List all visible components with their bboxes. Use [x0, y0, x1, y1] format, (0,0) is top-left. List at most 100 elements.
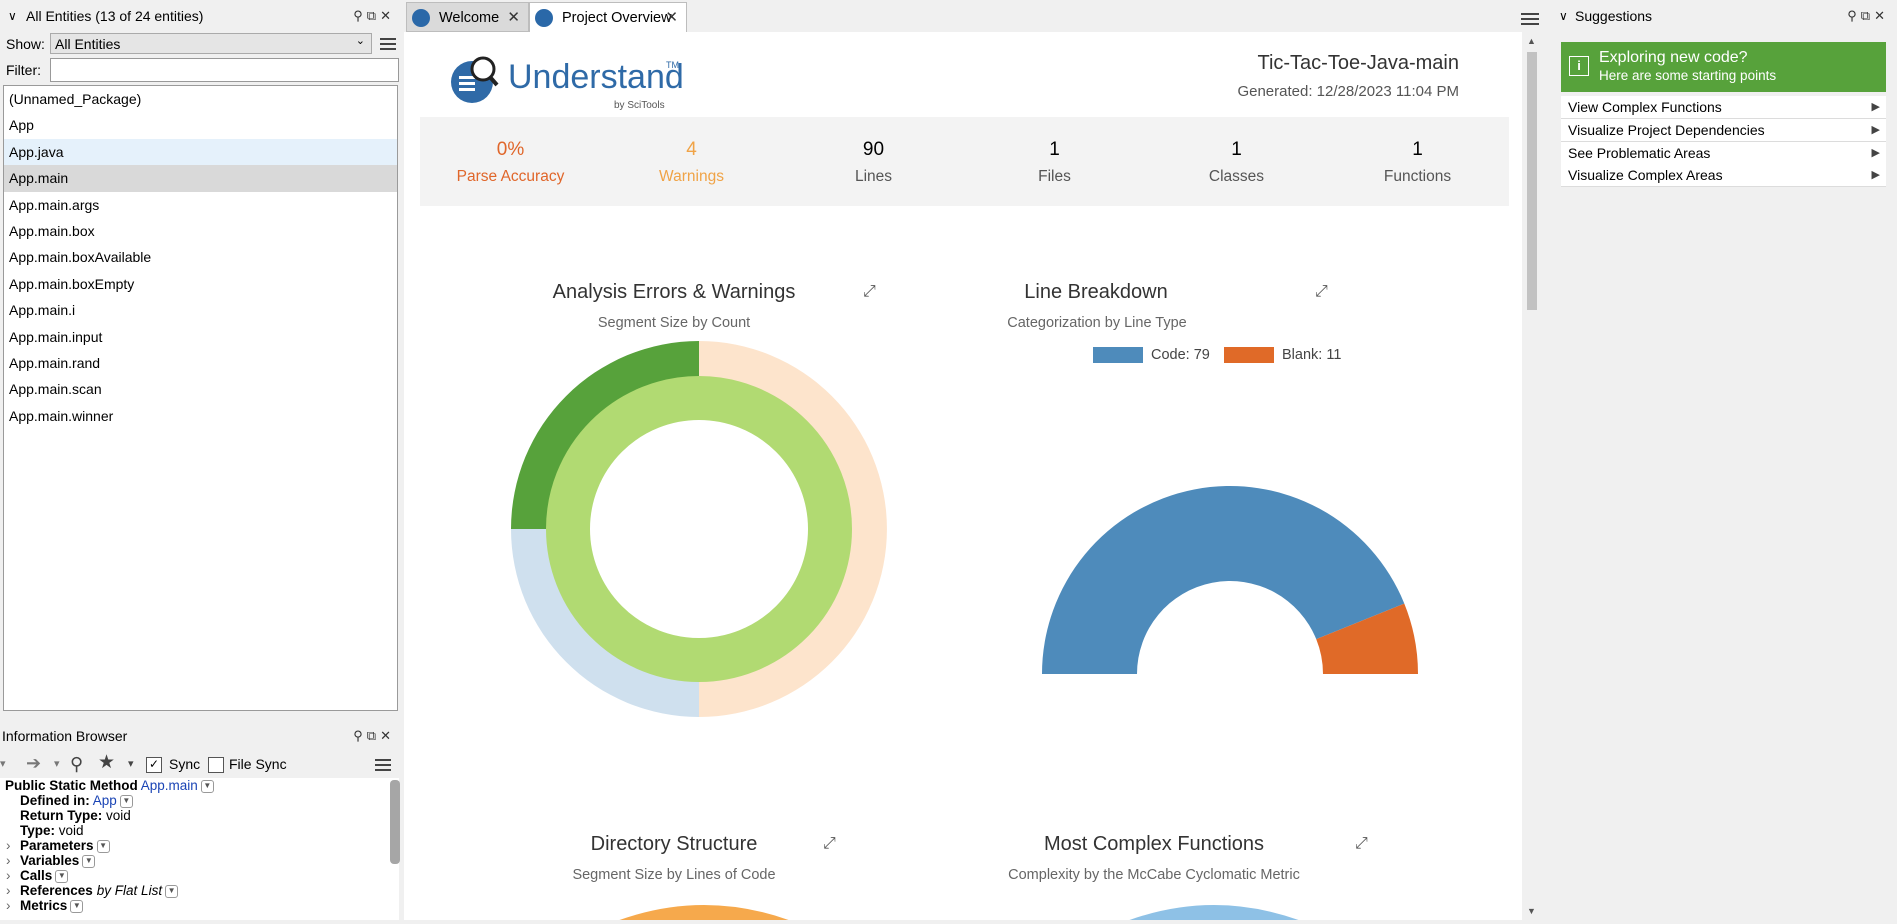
chevron-down-icon[interactable]: ∨ [8, 0, 17, 32]
tab-project-overview[interactable]: Project Overview ✕ [529, 2, 687, 32]
chevron-down-icon[interactable]: ▼ [55, 869, 69, 883]
float-icon[interactable]: ⧉ [367, 8, 380, 23]
entity-list-item[interactable]: App.main.args [4, 192, 397, 218]
file-sync-checkbox[interactable] [208, 757, 224, 773]
entity-list-item[interactable]: App.main.winner [4, 403, 397, 429]
close-icon[interactable]: ✕ [380, 728, 395, 743]
float-icon[interactable]: ⧉ [1861, 8, 1874, 23]
expand-icon[interactable]: ⤢ [823, 835, 836, 853]
menu-icon[interactable] [1521, 10, 1541, 28]
understand-logo-icon [451, 56, 499, 103]
chevron-down-icon[interactable]: ▼ [96, 839, 110, 853]
info-section-references[interactable]: › References by Flat List ▼ [0, 883, 399, 898]
back-dropdown-icon[interactable]: ▾ [0, 752, 6, 776]
suggestion-label: View Complex Functions [1568, 99, 1722, 115]
entity-list-item[interactable]: App [4, 112, 397, 138]
close-icon[interactable]: ✕ [380, 8, 395, 23]
chevron-down-icon[interactable]: ▼ [165, 884, 179, 898]
sync-checkbox[interactable]: ✓ [146, 757, 162, 773]
stat-label: Warnings [659, 168, 724, 185]
donut-inner-ring[interactable] [546, 376, 852, 682]
entity-list-item[interactable]: App.main.box [4, 218, 397, 244]
show-dropdown[interactable]: All Entities ⌄ [50, 33, 372, 54]
info-section-label: Metrics [20, 898, 68, 913]
entity-list-item[interactable]: App.main.rand [4, 350, 397, 376]
chevron-down-icon[interactable]: ▼ [119, 794, 133, 808]
chevron-right-icon[interactable]: › [6, 883, 20, 898]
info-scrollbar-thumb[interactable] [390, 780, 400, 864]
entity-list-item[interactable]: App.java [4, 138, 397, 166]
return-type-label: Return Type: [20, 808, 103, 823]
panel-controls: ⚲⧉✕ [353, 722, 395, 750]
expand-icon[interactable]: ⤢ [1315, 283, 1328, 301]
defined-in-link[interactable]: App [93, 793, 117, 808]
legend-label-blank: Blank: 11 [1282, 347, 1342, 363]
pin-icon[interactable]: ⚲ [1847, 8, 1861, 23]
entity-list-item[interactable]: App.main.i [4, 297, 397, 323]
pin-icon[interactable]: ⚲ [353, 8, 367, 23]
chevron-down-icon[interactable]: ▼ [200, 779, 214, 793]
menu-icon[interactable] [373, 755, 393, 775]
chevron-down-icon[interactable]: ▼ [70, 899, 84, 913]
chevron-right-icon: ▶ [1871, 147, 1880, 159]
content-scrollbar[interactable]: ▲ ▼ [1524, 32, 1540, 920]
entity-list-item[interactable]: App.main [4, 165, 397, 192]
chevron-down-icon[interactable]: ∨ [1559, 0, 1568, 32]
filter-label: Filter: [6, 62, 41, 78]
star-icon[interactable]: ★ [98, 751, 115, 775]
logo-tm: TM [666, 60, 679, 70]
stat-label: Files [1038, 168, 1071, 185]
panel-controls: ⚲⧉✕ [353, 0, 395, 32]
close-icon[interactable]: ✕ [665, 3, 678, 33]
stat-label: Classes [1208, 168, 1265, 185]
info-section-metrics[interactable]: › Metrics ▼ [0, 898, 399, 913]
info-section-calls[interactable]: › Calls ▼ [0, 868, 399, 883]
analysis-chart-title: Analysis Errors & Warnings [552, 281, 796, 303]
chevron-down-icon[interactable]: ▼ [82, 854, 96, 868]
scroll-down-icon[interactable]: ▼ [1527, 906, 1536, 916]
pin-icon[interactable]: ⚲ [353, 728, 367, 743]
suggestion-problematic-areas[interactable]: See Problematic Areas ▶ [1561, 142, 1886, 165]
entity-name-link[interactable]: App.main [141, 778, 198, 793]
suggestion-view-complex-functions[interactable]: View Complex Functions ▶ [1561, 96, 1886, 119]
stat-value: 1 [1412, 139, 1423, 160]
float-icon[interactable]: ⧉ [367, 728, 380, 743]
favorites-dropdown-icon[interactable]: ▾ [128, 752, 134, 776]
chevron-right-icon[interactable]: › [6, 868, 20, 883]
suggestion-complex-areas[interactable]: Visualize Complex Areas ▶ [1561, 164, 1886, 187]
info-sections: › Parameters ▼ › Variables ▼ › Calls ▼ › Reference… [0, 838, 399, 913]
panel-controls: ⚲⧉✕ [1847, 0, 1889, 32]
defined-in-row: Defined in: App ▼ [0, 793, 399, 808]
close-icon[interactable]: ✕ [507, 3, 520, 33]
chevron-right-icon[interactable]: › [6, 838, 20, 853]
info-section-parameters[interactable]: › Parameters ▼ [0, 838, 399, 853]
suggestion-visualize-dependencies[interactable]: Visualize Project Dependencies ▶ [1561, 119, 1886, 142]
filter-input[interactable] [50, 58, 399, 82]
entities-panel-header: ∨ All Entities (13 of 24 entities) ⚲⧉✕ [0, 0, 403, 32]
search-icon[interactable]: ⚲ [70, 752, 83, 776]
entity-list-item[interactable]: (Unnamed_Package) [4, 86, 397, 112]
expand-icon[interactable]: ⤢ [863, 283, 876, 301]
scroll-up-icon[interactable]: ▲ [1527, 36, 1536, 46]
scrollbar-thumb[interactable] [1527, 52, 1537, 310]
tab-label: Project Overview [562, 10, 672, 26]
info-section-variables[interactable]: › Variables ▼ [0, 853, 399, 868]
banner-line-1: Exploring new code? [1599, 49, 1748, 66]
info-browser-tree: Public Static Method App.main ▼ Defined i… [0, 778, 399, 920]
entity-list-item[interactable]: App.main.boxEmpty [4, 271, 397, 297]
info-browser-toolbar: ▾ ➔ ▾ ⚲ ★ ▾ ✓ Sync File Sync [0, 752, 403, 776]
forward-icon[interactable]: ➔ [26, 751, 41, 775]
entity-list-item[interactable]: App.main.input [4, 324, 397, 350]
chevron-down-icon: ⌄ [355, 35, 365, 47]
chevron-right-icon[interactable]: › [6, 853, 20, 868]
close-icon[interactable]: ✕ [1874, 8, 1889, 23]
menu-icon[interactable] [378, 34, 398, 54]
suggestions-banner: i Exploring new code? Here are some star… [1561, 42, 1886, 92]
tab-welcome[interactable]: Welcome ✕ [406, 2, 529, 32]
logo-by: by SciTools [614, 100, 665, 111]
entity-list-item[interactable]: App.main.boxAvailable [4, 244, 397, 270]
chevron-right-icon[interactable]: › [6, 898, 20, 913]
entity-list-item[interactable]: App.main.scan [4, 376, 397, 402]
forward-dropdown-icon[interactable]: ▾ [54, 752, 60, 776]
expand-icon[interactable]: ⤢ [1355, 835, 1368, 853]
